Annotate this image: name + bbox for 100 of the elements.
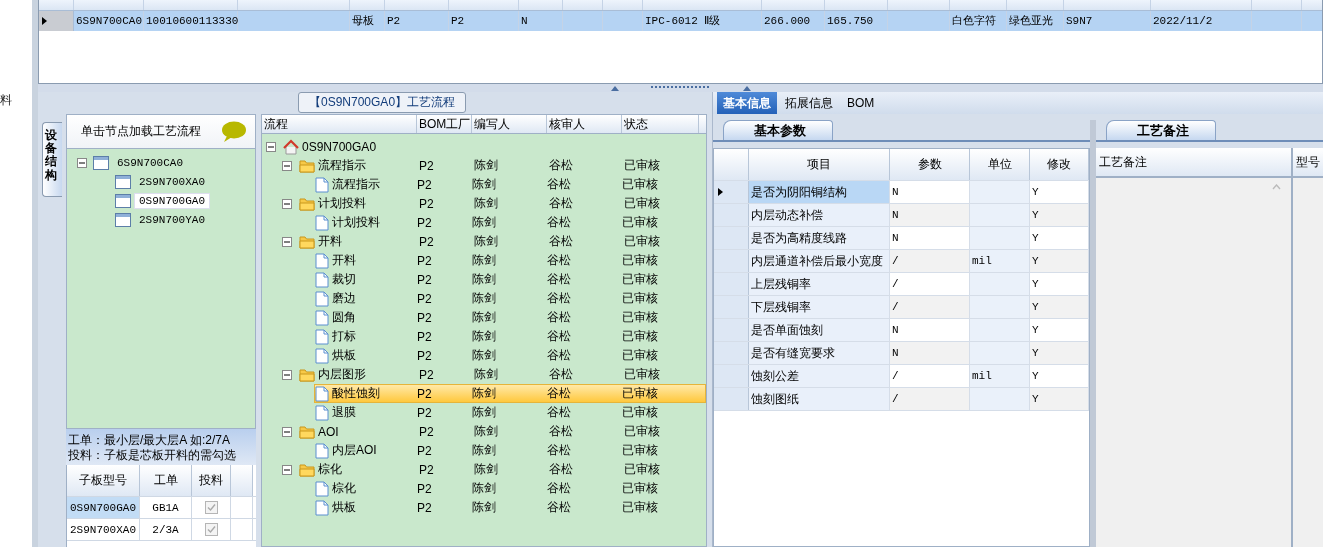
side-tab[interactable]: 设备结构 <box>42 122 62 197</box>
collapse-icon[interactable] <box>282 426 292 437</box>
tree-row[interactable]: 酸性蚀刻 P2 陈剑 谷松 已审核 <box>314 384 706 403</box>
table-cell: N <box>890 319 970 341</box>
tab[interactable]: 拓展信息 <box>779 92 839 114</box>
table-cell: N <box>890 204 970 226</box>
tree-row[interactable]: 计划投料 P2 陈剑 谷松 已审核 <box>298 194 706 213</box>
tree-row[interactable]: 内层图形 P2 陈剑 谷松 已审核 <box>298 365 706 384</box>
tree-row[interactable]: 内层AOI P2 陈剑 谷松 已审核 <box>314 441 706 460</box>
tree-row[interactable]: AOI P2 陈剑 谷松 已审核 <box>298 422 706 441</box>
collapse-icon[interactable] <box>282 464 292 475</box>
writer-cell-text: 陈剑 <box>472 347 497 364</box>
tree-row[interactable]: 烘板 P2 陈剑 谷松 已审核 <box>314 498 706 517</box>
column-header[interactable]: 流程 <box>262 115 417 133</box>
writer-cell-text: 陈剑 <box>472 271 497 288</box>
writer-cell-text: 陈剑 <box>472 309 497 326</box>
table-cell[interactable]: 0S9N700GA0 <box>67 497 140 518</box>
status-cell-text: 已审核 <box>622 347 659 364</box>
tab[interactable]: BOM <box>841 92 881 114</box>
collapse-icon[interactable] <box>282 160 292 171</box>
reviewer-cell-text: 谷松 <box>547 176 572 193</box>
splitter-grip-icon[interactable] <box>610 85 751 91</box>
status-cell-text: 已审核 <box>622 499 659 516</box>
tree-row[interactable]: 退膜 P2 陈剑 谷松 已审核 <box>314 403 706 422</box>
collapse-icon[interactable] <box>282 236 292 247</box>
status-cell-text: 已审核 <box>622 214 659 231</box>
tree-node-label: 磨边 <box>331 290 357 307</box>
table-cell[interactable]: 2S9N700XA0 <box>67 519 140 540</box>
reviewer-cell-text: 谷松 <box>549 233 574 250</box>
tree-row[interactable]: 磨边 P2 陈剑 谷松 已审核 <box>314 289 706 308</box>
checkbox[interactable] <box>204 501 218 514</box>
tree-row[interactable]: 0S9N700GA0 <box>282 137 706 156</box>
factory-cell-text: P2 <box>419 367 435 382</box>
tree-node[interactable]: 6S9N700CA0 <box>112 154 188 171</box>
table-cell: 165.750 <box>825 11 888 31</box>
tree-row[interactable]: 开料 P2 陈剑 谷松 已审核 <box>314 251 706 270</box>
writer-cell-text: 陈剑 <box>472 176 497 193</box>
column-header[interactable]: 编写人 <box>472 115 547 133</box>
tree-row[interactable]: 打标 P2 陈剑 谷松 已审核 <box>314 327 706 346</box>
writer-cell-text: 陈剑 <box>474 461 499 478</box>
row-header[interactable] <box>714 181 749 203</box>
column-header[interactable]: 核审人 <box>547 115 622 133</box>
column-header[interactable]: 参数 <box>890 149 970 180</box>
factory-cell-text: P2 <box>417 443 433 458</box>
pane-tab[interactable]: 工艺备注 <box>1106 120 1216 140</box>
pane-tab[interactable]: 基本参数 <box>723 120 833 140</box>
grid-row[interactable]: 6S9N700CA0 10010600113330 母板 P2 P2 N IPC-6012 Ⅱ级 266.000 165.750 白色字符 绿色亚光 S9N7 2022/11/2 <box>39 11 1322 31</box>
document-icon <box>315 309 329 326</box>
tree-row[interactable]: 流程指示 P2 陈剑 谷松 已审核 <box>314 175 706 194</box>
document-icon <box>315 442 329 459</box>
checkbox[interactable] <box>204 523 218 536</box>
tree-row[interactable]: 开料 P2 陈剑 谷松 已审核 <box>298 232 706 251</box>
tree-node-label: 打标 <box>331 328 357 345</box>
column-header[interactable]: 投料 <box>192 465 231 496</box>
note-text: 工单：最小层/最大层A 如:2/7A <box>68 433 232 448</box>
tab[interactable]: 基本信息 <box>717 92 777 114</box>
table-cell: Y <box>1030 250 1089 272</box>
factory-cell-text: P2 <box>417 177 433 192</box>
tree-row[interactable]: 棕化 P2 陈剑 谷松 已审核 <box>314 479 706 498</box>
table-cell: N <box>890 342 970 364</box>
document-icon <box>315 214 329 231</box>
reviewer-cell-text: 谷松 <box>549 157 574 174</box>
column-header[interactable]: 单位 <box>970 149 1030 180</box>
column-header[interactable]: 项目 <box>749 149 890 180</box>
tree-row[interactable]: 裁切 P2 陈剑 谷松 已审核 <box>314 270 706 289</box>
folder-icon <box>299 234 315 249</box>
tree-row[interactable]: 棕化 P2 陈剑 谷松 已审核 <box>298 460 706 479</box>
tree-row[interactable]: 烘板 P2 陈剑 谷松 已审核 <box>314 346 706 365</box>
column-header[interactable]: 状态 <box>622 115 699 133</box>
table-cell: 内层动态补偿 <box>749 204 890 226</box>
status-cell-text: 已审核 <box>624 461 661 478</box>
collapse-icon[interactable] <box>266 141 276 152</box>
tree-row[interactable]: 圆角 P2 陈剑 谷松 已审核 <box>314 308 706 327</box>
tree-row[interactable]: 计划投料 P2 陈剑 谷松 已审核 <box>314 213 706 232</box>
tree-node[interactable]: 2S9N700XA0 <box>134 173 210 190</box>
column-header[interactable]: 工艺备注 <box>1096 148 1293 176</box>
column-header[interactable]: 修改 <box>1030 149 1089 180</box>
tree-node-label: 圆角 <box>331 309 357 326</box>
column-header[interactable]: BOM工厂 <box>417 115 472 133</box>
tree-node[interactable]: 0S9N700GA0 <box>134 192 210 209</box>
column-header[interactable]: 型号 <box>1293 148 1323 176</box>
column-header[interactable]: 工单 <box>140 465 192 496</box>
tree-node-label: 棕化 <box>317 461 343 478</box>
table-cell: 白色字符 <box>950 11 1007 31</box>
table-cell: 下层残铜率 <box>749 296 890 318</box>
table-cell: 上层残铜率 <box>749 273 890 295</box>
column-header[interactable]: 子板型号 <box>67 465 140 496</box>
tree-row[interactable]: 流程指示 P2 陈剑 谷松 已审核 <box>298 156 706 175</box>
scroll-up-icon[interactable] <box>1272 184 1281 190</box>
status-cell-text: 已审核 <box>624 423 661 440</box>
writer-cell-text: 陈剑 <box>472 499 497 516</box>
writer-cell-text: 陈剑 <box>472 290 497 307</box>
status-cell-text: 已审核 <box>622 309 659 326</box>
tree-node-label: AOI <box>317 424 340 439</box>
collapse-icon[interactable] <box>282 198 292 209</box>
tree-node[interactable]: 2S9N700YA0 <box>134 211 210 228</box>
collapse-icon[interactable] <box>282 369 292 380</box>
document-icon <box>315 328 329 345</box>
tree-node-label: 裁切 <box>331 271 357 288</box>
collapse-icon[interactable] <box>77 157 87 168</box>
